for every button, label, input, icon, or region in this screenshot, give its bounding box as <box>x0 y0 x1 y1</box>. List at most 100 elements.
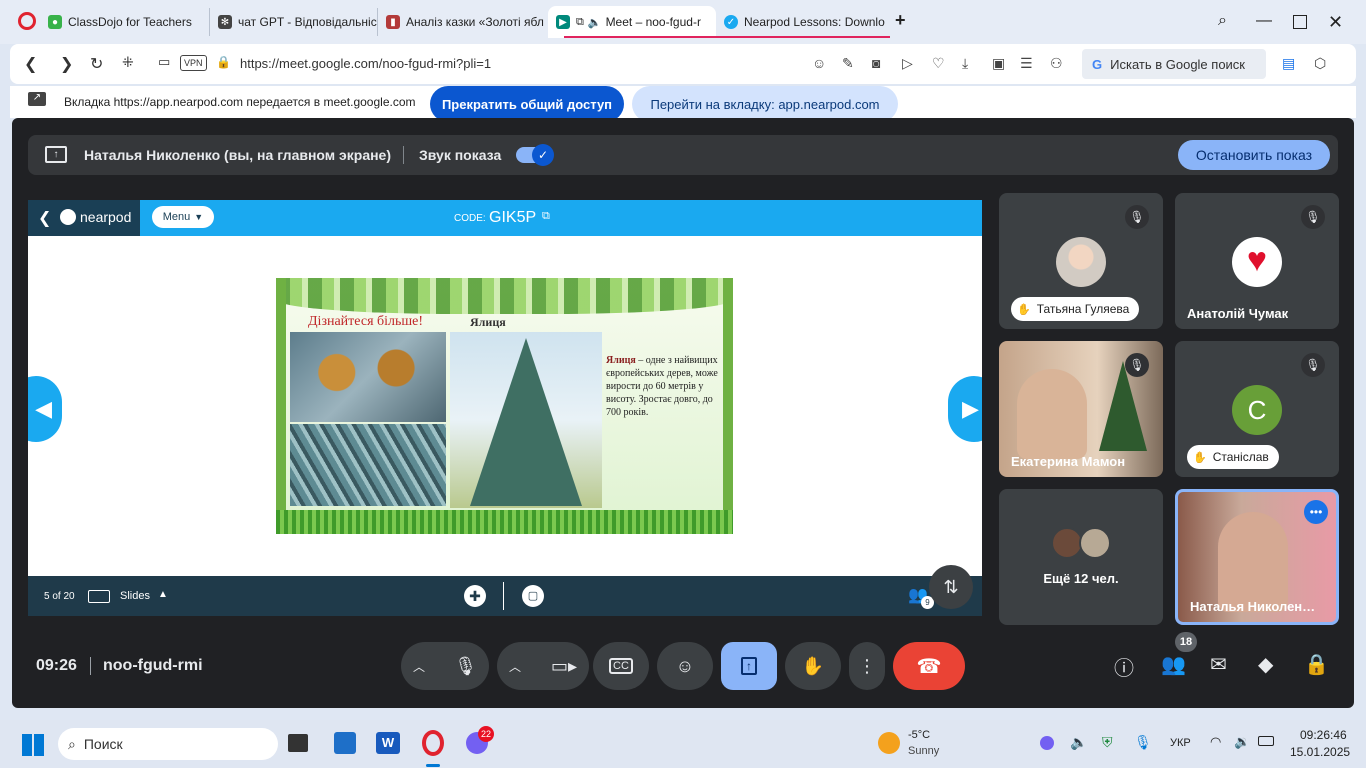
participant-tile[interactable]: 🎙︎ Екатерина Мамон <box>999 341 1163 477</box>
opera-taskbar-icon[interactable] <box>422 730 444 756</box>
settings-sliders-icon[interactable]: ☰ <box>1020 55 1033 72</box>
participant-name: Татьяна Гуляева <box>1036 302 1130 316</box>
stop-sharing-button[interactable]: Прекратить общий доступ <box>430 86 624 122</box>
participant-tile-self[interactable]: ••• Наталья Николен… <box>1175 489 1339 625</box>
search-tabs-icon[interactable]: ⌕ <box>1218 12 1227 30</box>
grass-border-bottom <box>276 510 733 534</box>
emoji-icon[interactable]: ☺ <box>812 55 826 71</box>
mic-icon[interactable]: 🎙︎ <box>454 656 477 677</box>
send-icon[interactable]: ▷ <box>902 55 913 72</box>
mic-control[interactable]: ︿ 🎙︎ <box>401 642 489 690</box>
viber-tray-icon[interactable] <box>1040 736 1054 750</box>
participant-name: Екатерина Мамон <box>1011 454 1126 469</box>
tab-classdojo[interactable]: ● ClassDojo for Teachers <box>40 8 210 36</box>
url-field[interactable]: https://meet.google.com/noo-fgud-rmi?pli… <box>240 56 491 71</box>
speaker-muted-icon[interactable]: 🔈 <box>1070 734 1087 751</box>
opera-logo-icon[interactable] <box>18 12 36 30</box>
share-sound-toggle[interactable]: ✓ <box>516 144 554 166</box>
switch-tab-button[interactable]: Перейти на вкладку: app.nearpod.com <box>632 86 898 122</box>
participant-tile[interactable]: 🎙︎ С ✋ Станіслав <box>1175 341 1339 477</box>
external-link-icon[interactable]: ⧉ <box>542 210 550 223</box>
cube-icon[interactable]: ⬡ <box>1314 55 1326 72</box>
security-icon[interactable]: ⛨ <box>1102 734 1113 751</box>
raise-hand-button[interactable]: ✋ <box>785 642 841 690</box>
taskbar-search[interactable]: ⌕ Поиск <box>58 728 278 760</box>
maximize-button[interactable] <box>1293 15 1307 29</box>
chat-icon[interactable]: ✉ <box>1210 652 1227 677</box>
chevron-up-icon[interactable]: ︿ <box>509 658 521 675</box>
back-button[interactable]: ❮ <box>24 54 37 74</box>
tab-recording-underline <box>564 36 890 38</box>
volume-icon[interactable]: 🔉 <box>1234 734 1250 750</box>
windows-start-icon[interactable] <box>22 734 44 756</box>
wifi-icon[interactable]: ◠ <box>1210 734 1221 750</box>
sharing-message: Вкладка https://app.nearpod.com передает… <box>64 95 416 109</box>
prev-slide-button[interactable]: ◀ <box>28 376 62 442</box>
player-icon[interactable]: ▣ <box>992 55 1005 72</box>
language-indicator[interactable]: УКР <box>1170 737 1191 749</box>
battery-icon[interactable] <box>1258 736 1274 746</box>
caret-up-icon[interactable]: ▲ <box>158 589 168 600</box>
edit-icon[interactable]: ✎ <box>842 55 854 72</box>
shared-screen: ❮ nearpod Menu ▼ CODE: GIK5P ⧉ ◀ ▶ Дізнай… <box>28 200 982 616</box>
next-slide-button[interactable]: ▶ <box>948 376 982 442</box>
more-participants-tile[interactable]: Ещё 12 чел. <box>999 489 1163 625</box>
download-icon[interactable]: ⤓ <box>962 55 968 72</box>
participant-tile[interactable]: 🎙︎ ♥ Анатолій Чумак <box>1175 193 1339 329</box>
new-tab-button[interactable]: + <box>895 10 906 31</box>
sidebar-icon[interactable]: ▤ <box>1282 55 1295 72</box>
speed-dial-icon[interactable]: ⁜ <box>122 54 134 71</box>
tab-share-icon: ⧉ <box>576 15 584 28</box>
present-button[interactable]: ↑ <box>721 642 777 690</box>
tab-analiz[interactable]: ▮ Аналіз казки «Золоті ябл <box>378 8 546 36</box>
chevron-up-icon[interactable]: ︿ <box>413 658 425 675</box>
vpn-badge[interactable]: VPN <box>180 55 207 71</box>
people-icon[interactable]: 👥 <box>1161 652 1186 677</box>
task-view-icon[interactable] <box>288 734 308 752</box>
draw-it-button[interactable]: ▢ <box>522 585 544 607</box>
slides-label[interactable]: Slides <box>120 590 150 602</box>
microphone-icon[interactable]: 🎙︎ <box>1134 734 1152 751</box>
tab-nearpod[interactable]: ✓ Nearpod Lessons: Downlo <box>716 8 888 36</box>
stop-presenting-button[interactable]: Остановить показ <box>1178 140 1330 170</box>
clock-time[interactable]: 09:26:46 <box>1300 728 1347 742</box>
reload-button[interactable]: ↻ <box>90 54 103 74</box>
video-camera-icon[interactable]: ▭▸ <box>551 656 577 677</box>
weather-temp: -5°C <box>908 729 931 741</box>
avatar: С <box>1232 385 1282 435</box>
more-options-button[interactable]: ⋮ <box>849 642 885 690</box>
minimize-button[interactable]: — <box>1256 12 1272 30</box>
account-icon[interactable]: ⚇ <box>1050 55 1063 72</box>
footer-divider <box>503 582 504 610</box>
captions-button[interactable]: CC <box>593 642 649 690</box>
leave-call-button[interactable]: ☎ <box>893 642 965 690</box>
participant-tile[interactable]: 🎙︎ ✋ Татьяна Гуляева <box>999 193 1163 329</box>
close-window-button[interactable]: ✕ <box>1328 12 1343 33</box>
store-icon[interactable] <box>334 732 356 754</box>
menu-button[interactable]: Menu ▼ <box>152 206 214 228</box>
weather-sun-icon[interactable] <box>878 732 900 754</box>
classdojo-icon: ● <box>48 15 62 29</box>
hand-raised-pill: ✋ Станіслав <box>1187 445 1279 469</box>
tab-meet[interactable]: ▶ ⧉ 🔈 Meet – noo-fgud-r <box>548 6 716 38</box>
google-search-button[interactable]: G Искать в Google поиск <box>1082 49 1266 79</box>
heart-icon[interactable]: ♡ <box>932 55 945 72</box>
back-arrow-icon[interactable]: ❮ <box>38 208 51 228</box>
swap-layout-button[interactable]: ⇅ <box>929 565 973 609</box>
nearpod-logo-icon <box>60 209 76 225</box>
reactions-button[interactable]: ☺ <box>657 642 713 690</box>
clock-date[interactable]: 15.01.2025 <box>1290 745 1350 759</box>
snapshot-icon[interactable]: ◙ <box>872 55 880 71</box>
activities-icon[interactable]: ◆ <box>1258 652 1273 677</box>
mic-off-icon: 🎙︎ <box>1301 353 1325 377</box>
camera-control[interactable]: ︿ ▭▸ <box>497 642 589 690</box>
meeting-details-icon[interactable]: ⓘ <box>1114 652 1134 681</box>
add-activity-button[interactable]: ✚ <box>464 585 486 607</box>
word-icon[interactable]: W <box>376 732 400 754</box>
participant-name: Анатолій Чумак <box>1187 306 1289 321</box>
host-controls-icon[interactable]: 🔒 <box>1304 652 1329 677</box>
slides-icon[interactable] <box>88 590 110 603</box>
camera-icon[interactable]: ▭ <box>158 54 170 70</box>
forward-button[interactable]: ❯ <box>60 54 73 74</box>
tab-chatgpt[interactable]: ✻ чат GPT - Відповідальніст <box>210 8 378 36</box>
